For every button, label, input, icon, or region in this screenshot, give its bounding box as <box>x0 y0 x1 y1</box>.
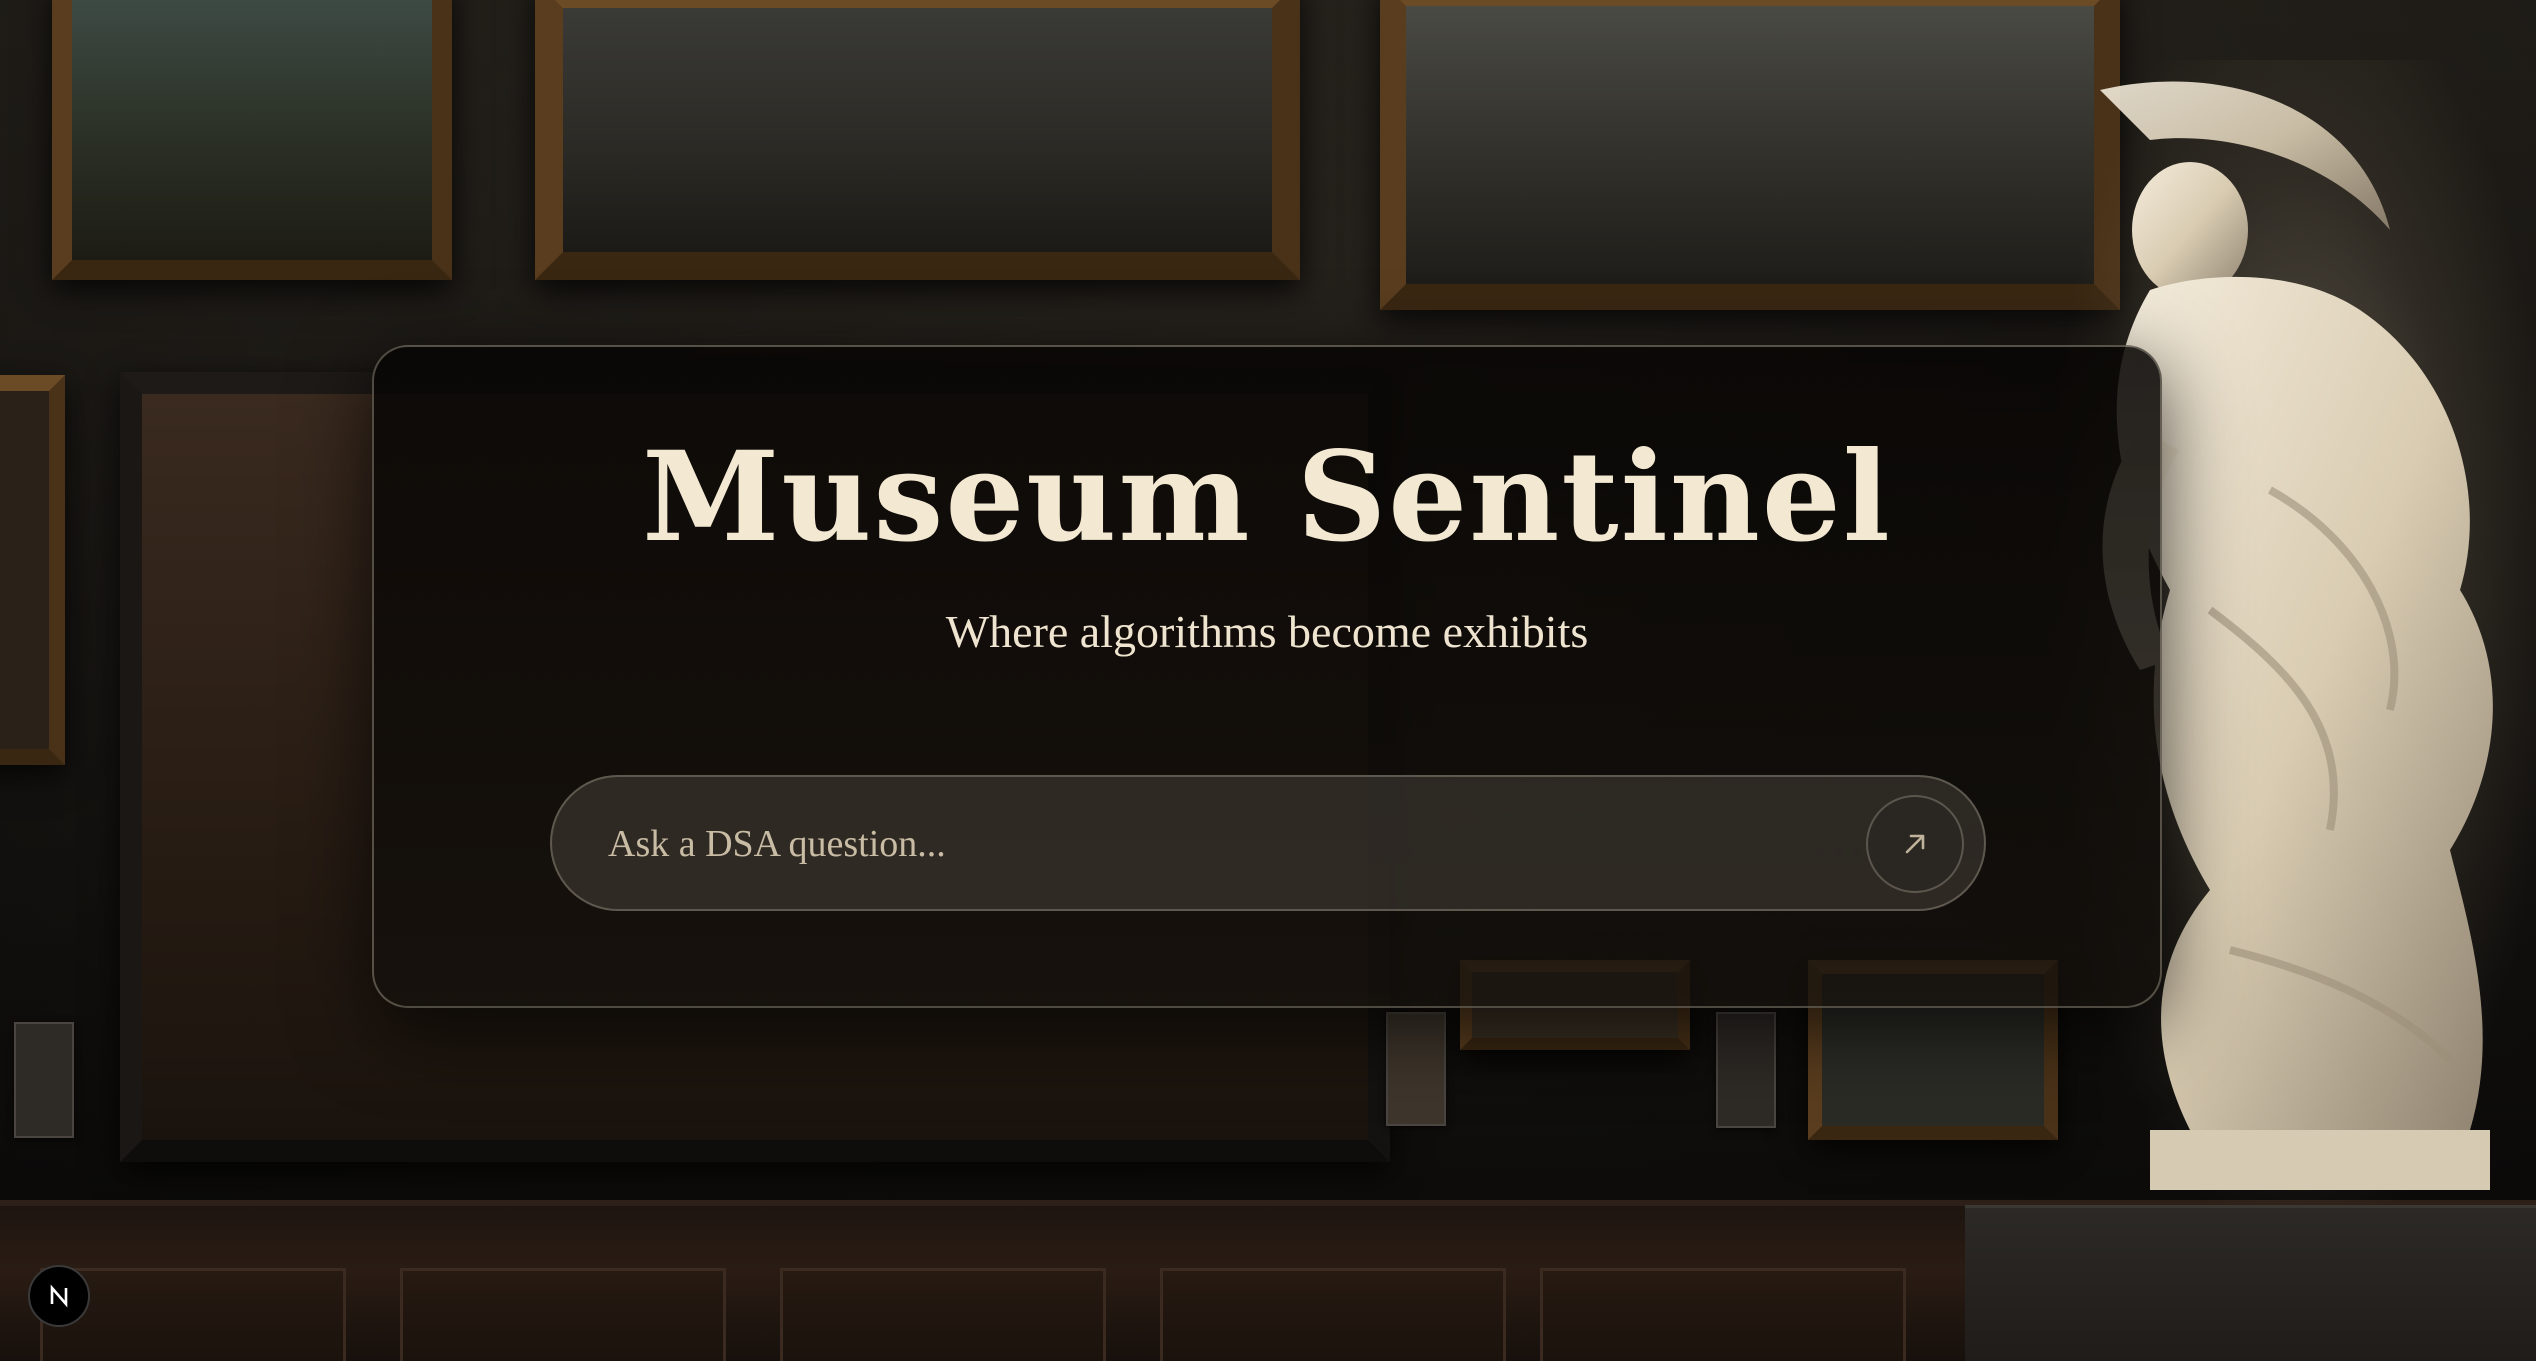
exhibit-plaque <box>14 1022 74 1138</box>
arrow-up-right-icon <box>1905 834 1925 854</box>
painting-frame <box>535 0 1300 280</box>
search-bar <box>550 775 1986 911</box>
painting-frame <box>0 375 65 765</box>
question-input[interactable] <box>606 807 1790 881</box>
hero-card: Museum Sentinel Where algorithms become … <box>372 345 2162 1008</box>
nextjs-logo-icon <box>50 1284 68 1308</box>
exhibit-plaque <box>1386 1012 1446 1126</box>
exhibit-plaque <box>1716 1012 1776 1128</box>
nextjs-dev-badge[interactable] <box>28 1265 90 1327</box>
statue-pedestal <box>1965 1205 2536 1361</box>
painting-frame <box>52 0 452 280</box>
page-title: Museum Sentinel <box>642 425 1892 570</box>
submit-button[interactable] <box>1866 795 1964 893</box>
painting-frame <box>1380 0 2120 310</box>
page-subtitle: Where algorithms become exhibits <box>945 606 1589 657</box>
